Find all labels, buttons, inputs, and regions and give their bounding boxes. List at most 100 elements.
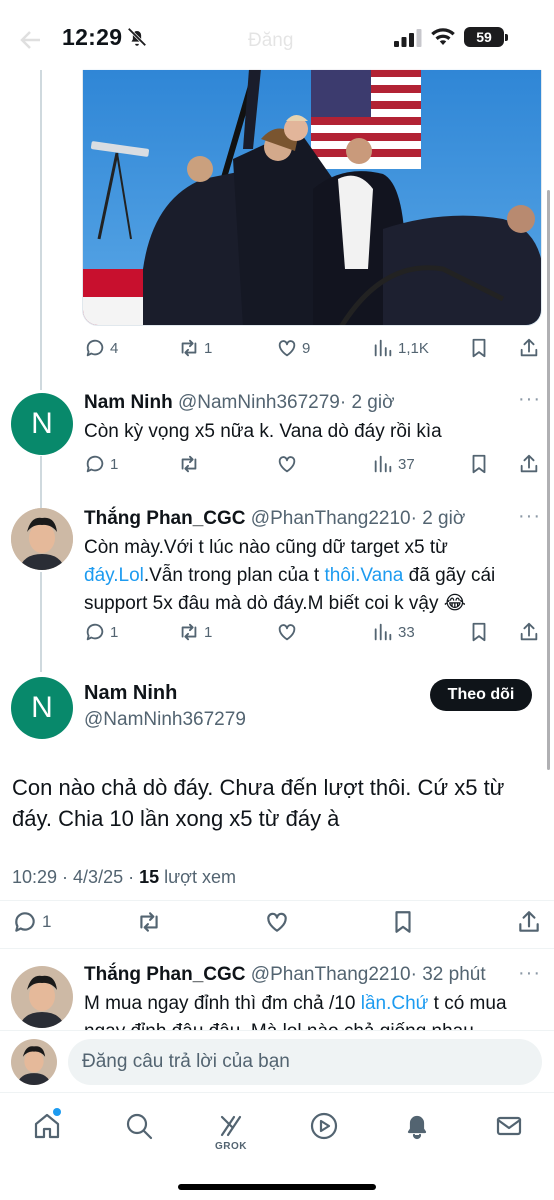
search-icon: [126, 1113, 153, 1140]
repost-action[interactable]: 1: [178, 337, 212, 359]
reply-action[interactable]: 4: [84, 337, 118, 359]
reply-action[interactable]: 1: [84, 621, 118, 643]
reply-header: Nam Ninh @NamNinh367279· 2 giờ: [84, 392, 395, 414]
avatar[interactable]: N: [11, 393, 73, 455]
divider: [0, 948, 554, 949]
grok-icon: [220, 1115, 242, 1137]
heart-icon: [278, 624, 296, 641]
reply-input[interactable]: [68, 1039, 542, 1085]
home-indicator[interactable]: [178, 1184, 376, 1190]
avatar[interactable]: [11, 966, 73, 1028]
like-action[interactable]: [276, 453, 298, 475]
reply-text-segment: t có mua: [428, 993, 507, 1014]
share-icon: [520, 622, 538, 641]
main-tweet-text: Con nào chả dò đáy. Chưa đến lượt thôi. …: [12, 775, 505, 831]
divider: [0, 900, 554, 901]
share-icon: [519, 911, 539, 932]
reply-icon: [15, 912, 35, 932]
more-options-icon[interactable]: ···: [518, 962, 541, 985]
reply-header: Thắng Phan_CGC @PhanThang2210· 32 phút: [84, 964, 486, 986]
bell-off-icon: [127, 27, 147, 47]
more-options-icon[interactable]: ···: [518, 388, 541, 411]
repost-count: 1: [204, 623, 213, 641]
views-count: 33: [398, 623, 415, 641]
follow-button[interactable]: Theo dõi: [430, 679, 532, 711]
cellular-signal-icon: [394, 29, 422, 47]
tab-grok[interactable]: GROK: [215, 1111, 247, 1152]
inline-link[interactable]: thôi.Vana: [324, 565, 403, 586]
inline-link[interactable]: lần.Chứ: [361, 993, 429, 1014]
tab-video[interactable]: [309, 1111, 339, 1141]
main-tweet-meta: 10:29 · 4/3/25 · 15 lượt xem: [12, 867, 236, 888]
more-options-icon[interactable]: ···: [518, 505, 541, 528]
bookmark-action[interactable]: [390, 909, 416, 935]
reply-author-name[interactable]: Nam Ninh: [84, 392, 173, 413]
avatar[interactable]: N: [11, 677, 73, 739]
reply-author-name[interactable]: Thắng Phan_CGC: [84, 508, 246, 529]
reply-author-name[interactable]: Thắng Phan_CGC: [84, 964, 246, 985]
views-action[interactable]: 37: [372, 453, 415, 475]
share-action[interactable]: [518, 621, 540, 643]
share-action[interactable]: [518, 453, 540, 475]
repost-icon: [181, 623, 197, 641]
main-author-name[interactable]: Nam Ninh: [84, 682, 177, 705]
avatar[interactable]: [11, 508, 73, 570]
notification-dot: [53, 1108, 61, 1116]
bookmark-action[interactable]: [468, 337, 490, 359]
reply-icon: [86, 339, 104, 357]
bookmark-action[interactable]: [468, 453, 490, 475]
heart-icon: [278, 340, 296, 357]
reply-count: 1: [110, 455, 119, 473]
reply-action[interactable]: 1: [84, 453, 118, 475]
reply-author-handle[interactable]: @NamNinh367279: [178, 392, 340, 413]
like-action[interactable]: 9: [276, 337, 310, 359]
share-action[interactable]: [518, 337, 540, 359]
main-author-handle[interactable]: @NamNinh367279: [84, 709, 246, 731]
thread-line: [40, 70, 42, 390]
views-icon: [374, 455, 392, 473]
inline-link[interactable]: đáy.Lol: [84, 565, 144, 586]
tab-home[interactable]: [32, 1108, 62, 1141]
tab-notifications[interactable]: [402, 1111, 432, 1141]
reply-author-handle[interactable]: @PhanThang2210: [251, 964, 411, 985]
reply-time: · 2 giờ: [339, 392, 395, 413]
avatar-photo: [11, 966, 73, 1028]
main-timestamp: 10:29 · 4/3/25 ·: [12, 867, 140, 887]
avatar-letter: N: [31, 407, 53, 440]
views-count: 1,1K: [398, 339, 429, 357]
views-action[interactable]: 1,1K: [372, 337, 429, 359]
reply-text: Còn kỳ vọng x5 nữa k. Vana dò đáy rồi kì…: [84, 421, 442, 442]
reply-icon: [86, 455, 104, 473]
views-icon: [374, 339, 392, 357]
reply-header: Thắng Phan_CGC @PhanThang2210· 2 giờ: [84, 508, 465, 530]
repost-action[interactable]: [136, 909, 162, 935]
reply-composer: [0, 1030, 554, 1092]
reply-text: Còn mày.Với t lúc nào cũng dữ target x5 …: [84, 534, 504, 618]
tweet-photo[interactable]: [82, 68, 542, 326]
tab-search[interactable]: [124, 1111, 154, 1141]
composer-avatar: [11, 1039, 57, 1085]
repost-icon: [181, 339, 197, 357]
bookmark-icon: [472, 338, 486, 358]
reply-count: 4: [110, 339, 119, 357]
reply-count: 1: [110, 623, 119, 641]
back-arrow-icon[interactable]: [20, 30, 42, 50]
battery-indicator: 59: [464, 27, 508, 47]
heart-icon: [267, 912, 287, 932]
mail-icon: [496, 1116, 522, 1136]
reply-icon: [86, 623, 104, 641]
share-action[interactable]: [516, 909, 542, 935]
share-icon: [520, 454, 538, 473]
like-action[interactable]: [264, 909, 290, 935]
reply-author-handle[interactable]: @PhanThang2210: [251, 508, 411, 529]
repost-action[interactable]: 1: [178, 621, 212, 643]
views-action[interactable]: 33: [372, 621, 415, 643]
reply-text-segment: Còn mày.Với t lúc nào cũng dữ target x5 …: [84, 537, 448, 558]
repost-action[interactable]: [178, 453, 200, 475]
scrollbar[interactable]: [547, 190, 550, 770]
share-icon: [520, 338, 538, 357]
like-action[interactable]: [276, 621, 298, 643]
tab-messages[interactable]: [494, 1111, 524, 1141]
bookmark-action[interactable]: [468, 621, 490, 643]
reply-action[interactable]: 1: [12, 909, 51, 935]
